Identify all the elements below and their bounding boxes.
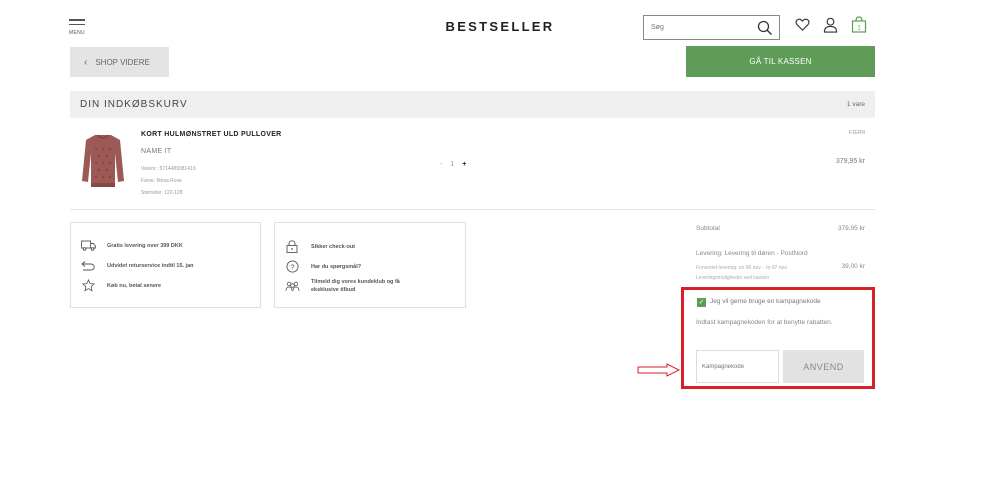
product-name[interactable]: KORT HULMØNSTRET ULD PULLOVER [141,131,282,138]
svg-text:1: 1 [857,26,861,32]
product-color: Farve: Mesa Rose [141,178,182,184]
quantity-value: 1 [450,161,455,168]
return-arrow-icon [79,260,97,271]
heart-icon[interactable] [795,17,810,37]
annotation-arrow-icon [637,363,681,382]
campaign-checkbox-label[interactable]: Jeg vil gerne bruge en kampagnekode [710,298,821,305]
benefit-text: Gratis levering over 399 DKK [107,242,183,249]
search-icon[interactable] [757,20,773,41]
service-row[interactable]: Tilmeld dig vores kundeklub og få eksklu… [283,278,400,294]
cart-item-count: 1 vare [846,101,865,108]
user-icon[interactable] [823,17,838,38]
quantity-decrease-button[interactable]: - [440,161,442,168]
chevron-left-icon: ‹ [84,56,88,68]
product-size: Størrelse: 122-128 [141,190,183,196]
product-item-number: Varenr.: 5714489981419 [141,166,196,172]
shopping-bag-icon[interactable]: 1 [851,16,867,38]
subtotal-value: 379,95 kr [837,225,865,232]
delivery-options: Leveringsmuligheder ved kassen [696,275,770,281]
search-input[interactable] [644,16,754,39]
quantity-stepper: - 1 + [440,161,466,168]
benefit-text: Udvidet returservice indtil 15. jan [107,262,194,269]
quantity-increase-button[interactable]: + [462,161,466,168]
product-brand: NAME IT [141,148,172,155]
shop-videre-label: SHOP VIDERE [95,57,150,67]
service-text: Sikker check-out [311,243,356,250]
cart-title: DIN INDKØBSKURV [80,99,188,110]
service-text[interactable]: Tilmeld dig vores kundeklub og få eksklu… [311,278,400,294]
divider [70,209,875,210]
service-row: Sikker check-out [283,240,355,253]
product-price: 379,95 kr [835,158,865,165]
campaign-description: Indtast kampagnekoden for at benytte rab… [696,319,833,326]
brand-logo[interactable]: BESTSELLER [0,19,1000,34]
subtotal-label: Subtotal [696,225,720,232]
apply-campaign-button[interactable]: ANVEND [783,350,864,383]
search-box[interactable] [643,15,780,40]
benefit-row: Udvidet returservice indtil 15. jan [79,260,194,271]
campaign-code-input[interactable] [696,350,779,383]
svg-text:?: ? [290,262,294,271]
service-text[interactable]: Har du spørgsmål? [311,263,361,271]
people-icon [283,281,301,292]
campaign-checkbox[interactable]: ✓ [697,298,706,307]
service-box: Sikker check-out ? Har du spørgsmål? Til… [274,222,466,308]
checkout-button[interactable]: GÅ TIL KASSEN [686,46,875,77]
delivery-expected: Forventet levering: on 06 nov. - to 07 n… [696,265,788,271]
remove-item-link[interactable]: FJERN [849,130,865,136]
benefit-row: Køb nu, betal senere [79,279,161,292]
benefit-row: Gratis levering over 399 DKK [79,240,183,251]
service-text-line2: eksklusive tilbud [311,287,356,293]
shop-videre-button[interactable]: ‹ SHOP VIDERE [70,47,169,77]
lock-icon [283,240,301,253]
cart-header: DIN INDKØBSKURV 1 vare [70,91,875,118]
delivery-value: 39,00 kr [841,263,866,270]
service-text-line1: Tilmeld dig vores kundeklub og få [311,279,400,285]
star-icon [79,279,97,292]
truck-icon [79,240,97,251]
delivery-label: Levering: Levering til døren - PostNord [696,250,808,257]
product-image[interactable] [80,131,126,191]
benefits-box: Gratis levering over 399 DKK Udvidet ret… [70,222,261,308]
question-icon: ? [283,260,301,273]
benefit-text: Køb nu, betal senere [107,282,162,289]
service-row[interactable]: ? Har du spørgsmål? [283,260,361,273]
